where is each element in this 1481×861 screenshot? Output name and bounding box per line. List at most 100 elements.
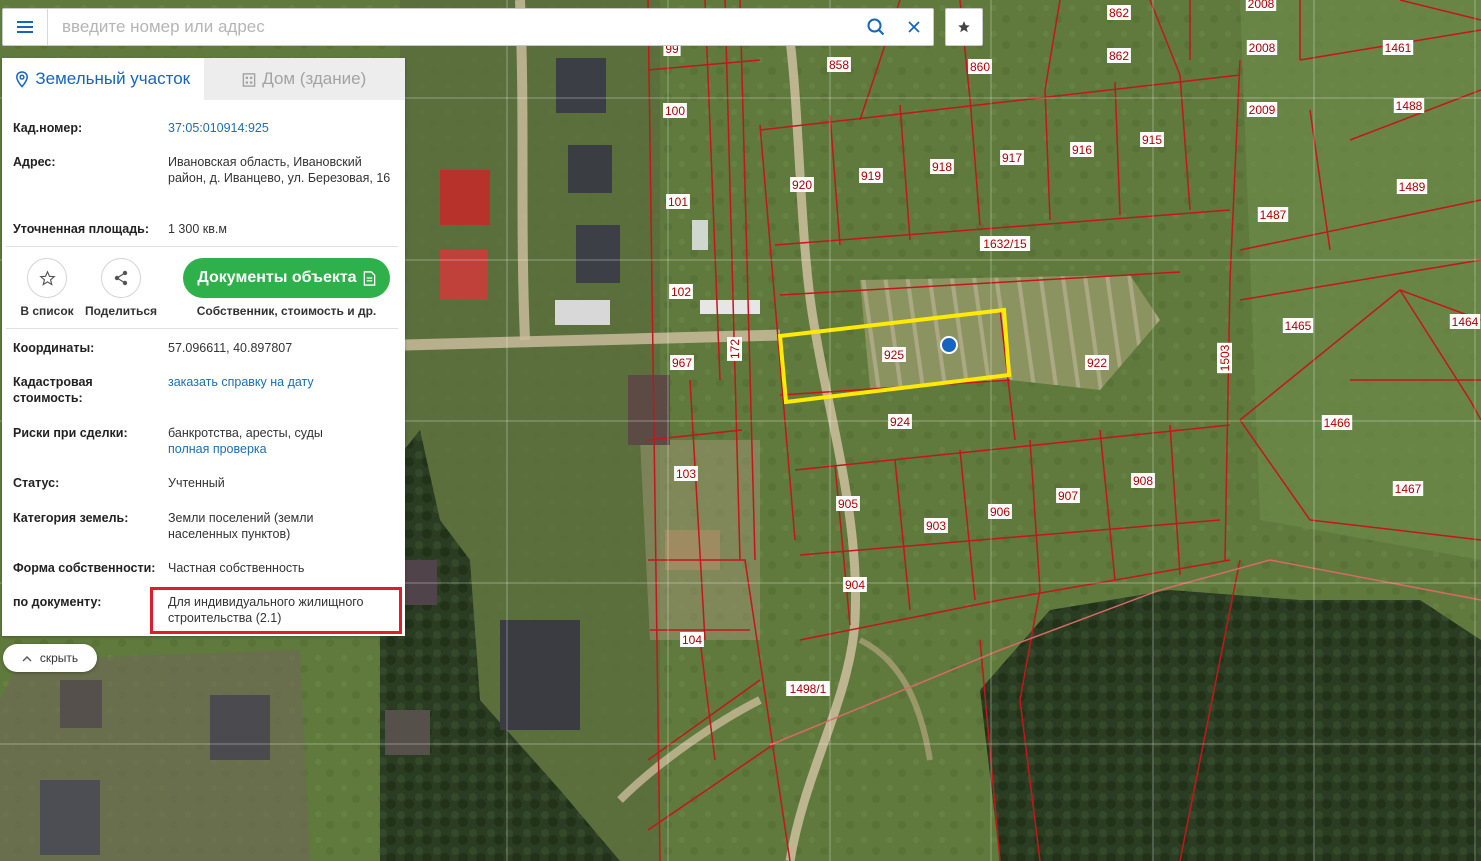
plot-label-text: 925 xyxy=(884,348,904,362)
close-icon xyxy=(908,21,920,33)
divider xyxy=(6,246,398,247)
plot-label-text: 102 xyxy=(671,285,691,299)
plot-label: 904 xyxy=(843,577,867,592)
share-button[interactable] xyxy=(101,258,141,298)
info-key: по документу: xyxy=(13,595,102,609)
plot-label-text: 917 xyxy=(1002,151,1022,165)
tab-land-plot[interactable]: Земельный участок xyxy=(2,58,204,100)
clear-button[interactable] xyxy=(895,9,933,45)
plot-label-text: 967 xyxy=(672,356,692,370)
plot-label: 101 xyxy=(666,194,690,209)
plot-label: 2009 xyxy=(1246,102,1278,117)
info-tabs: Земельный участок Дом (здание) xyxy=(2,58,405,100)
plot-label: 100 xyxy=(663,103,687,118)
info-value: Частная собственность xyxy=(168,561,305,575)
document-icon xyxy=(363,270,375,286)
plot-label: 915 xyxy=(1140,132,1164,147)
plot-label-text: 1488 xyxy=(1396,99,1423,113)
menu-button[interactable] xyxy=(3,9,48,45)
plot-label: 1465 xyxy=(1282,318,1314,333)
location-pin-icon xyxy=(16,70,29,88)
plot-label: 906 xyxy=(988,504,1012,519)
info-key: Статус: xyxy=(13,476,60,490)
object-documents-subtitle: Собственник, стоимость и др. xyxy=(196,304,377,318)
plot-label: 925 xyxy=(882,347,906,362)
divider xyxy=(6,328,398,329)
plot-label: 1632/15 xyxy=(979,236,1031,251)
plot-label: 104 xyxy=(680,632,704,647)
plot-label-text: 903 xyxy=(926,519,946,533)
full-check-link[interactable]: полная проверка xyxy=(168,441,393,457)
plot-label-text: 1461 xyxy=(1385,41,1412,55)
object-documents-button[interactable]: Документы объекта xyxy=(183,258,390,298)
cadastral-number-link[interactable]: 37:05:010914:925 xyxy=(168,120,393,136)
share-label: Поделиться xyxy=(84,304,158,318)
coordinates-value: 57.096611, 40.897807 xyxy=(168,341,293,355)
plot-label-text: 919 xyxy=(861,169,881,183)
plot-label: 907 xyxy=(1056,488,1080,503)
plot-label: 905 xyxy=(836,496,860,511)
location-marker[interactable] xyxy=(940,336,958,354)
plot-label: 858 xyxy=(827,57,851,72)
plot-label-text: 904 xyxy=(845,578,865,592)
chevron-up-icon xyxy=(22,655,32,661)
share-icon xyxy=(114,270,128,286)
plot-label: 1487 xyxy=(1257,207,1289,222)
plot-label-text: 1489 xyxy=(1399,180,1426,194)
plot-label: 916 xyxy=(1070,142,1094,157)
info-key: Кад.номер: xyxy=(13,121,83,135)
forest-area xyxy=(980,590,1481,861)
search-input[interactable] xyxy=(48,9,857,45)
plot-label-text: 905 xyxy=(838,497,858,511)
plot-label: 920 xyxy=(790,177,814,192)
plot-label-text: 916 xyxy=(1072,143,1092,157)
plot-label-text: 2008 xyxy=(1249,41,1276,55)
search-button[interactable] xyxy=(857,9,895,45)
info-key: Адрес: xyxy=(13,155,56,169)
tab-land-plot-label: Земельный участок xyxy=(35,69,191,88)
menu-icon xyxy=(17,18,33,36)
info-value: Для индивидуального жилищного строительс… xyxy=(168,595,364,625)
tab-building[interactable]: Дом (здание) xyxy=(203,58,405,100)
plot-label: 918 xyxy=(930,159,954,174)
plot-label-text: 1464 xyxy=(1452,315,1479,329)
plot-label-text: 908 xyxy=(1133,474,1153,488)
add-to-list-label: В список xyxy=(20,304,74,318)
object-documents-label: Документы объекта xyxy=(197,269,357,286)
plot-label-text: 920 xyxy=(792,178,812,192)
building-icon xyxy=(242,72,256,87)
plot-label: 1461 xyxy=(1382,40,1414,55)
plot-label: 103 xyxy=(674,466,698,481)
plot-label-text: 924 xyxy=(890,415,910,429)
order-certificate-link[interactable]: заказать справку на дату xyxy=(168,374,393,390)
plot-label-text: 1467 xyxy=(1395,482,1422,496)
info-value: Учтенный xyxy=(168,476,225,490)
star-outline-icon xyxy=(38,269,56,286)
plot-label-text: 104 xyxy=(682,633,702,647)
plot-label-text: 103 xyxy=(676,467,696,481)
plot-label: 1503 xyxy=(1217,342,1232,374)
info-value: Земли поселений (земли населенных пункто… xyxy=(168,511,314,541)
plot-label-text: 922 xyxy=(1087,356,1107,370)
info-value: Ивановская область, Ивановский район, д.… xyxy=(168,155,391,185)
info-key: Риски при сделки: xyxy=(13,426,128,440)
dirt-road xyxy=(515,0,530,341)
plot-label: 917 xyxy=(1000,150,1024,165)
add-to-list-button[interactable] xyxy=(27,258,67,298)
info-key: Категория земель: xyxy=(13,511,129,525)
search-icon xyxy=(867,18,885,36)
plot-label: 1489 xyxy=(1396,179,1428,194)
hide-panel-button[interactable]: скрыть xyxy=(3,644,97,672)
plot-label-text: 858 xyxy=(829,58,849,72)
hide-panel-label: скрыть xyxy=(39,651,79,665)
info-key: Координаты: xyxy=(13,341,95,355)
plot-label: 102 xyxy=(669,284,693,299)
plot-label-text: 860 xyxy=(970,60,990,74)
plot-label: 172 xyxy=(727,337,742,361)
star-icon xyxy=(958,21,970,33)
plot-label: 967 xyxy=(670,355,694,370)
favorites-button[interactable] xyxy=(945,8,983,46)
plot-label-text: 1503 xyxy=(1218,344,1232,371)
plot-label: 903 xyxy=(924,518,948,533)
info-key: Форма собственности: xyxy=(13,561,156,575)
